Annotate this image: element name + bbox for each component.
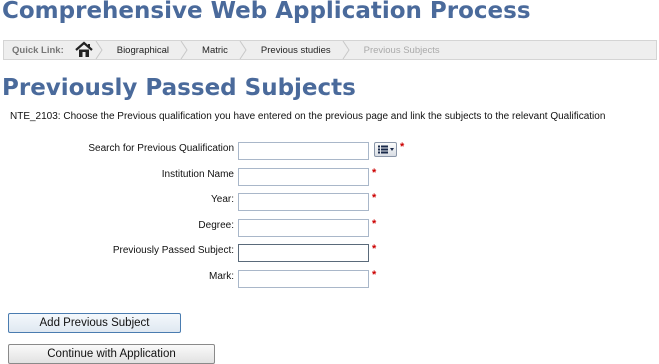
list-dropdown-icon[interactable] (374, 142, 397, 157)
breadcrumb-item-biographical[interactable]: Biographical (103, 45, 180, 56)
passed-subject-input[interactable] (238, 244, 369, 262)
chevron-right-icon (342, 41, 350, 59)
search-qualification-input[interactable] (238, 142, 369, 160)
required-marker: * (372, 218, 377, 230)
chevron-right-icon (239, 41, 247, 59)
home-icon[interactable] (73, 41, 95, 59)
passed-subject-label: Previously Passed Subject: (112, 245, 234, 256)
required-marker: * (400, 141, 405, 153)
instruction-text: NTE_2103: Choose the Previous qualificat… (10, 111, 606, 122)
quick-link-label: Quick Link: (12, 44, 64, 56)
breadcrumb-item-previous-subjects: Previous Subjects (363, 44, 440, 56)
breadcrumb-item-matric[interactable]: Matric (188, 45, 239, 56)
institution-name-label: Institution Name (161, 169, 234, 180)
continue-with-application-button[interactable]: Continue with Application (8, 344, 215, 364)
required-marker: * (372, 269, 377, 281)
year-input[interactable] (238, 193, 369, 211)
institution-name-input[interactable] (238, 168, 369, 186)
search-qualification-label: Search for Previous Qualification (88, 143, 234, 154)
required-marker: * (372, 192, 377, 204)
required-marker: * (372, 243, 377, 255)
add-previous-subject-button[interactable]: Add Previous Subject (8, 313, 181, 333)
year-label: Year: (211, 194, 234, 205)
page-title: Previously Passed Subjects (2, 75, 356, 101)
degree-label: Degree: (198, 220, 234, 231)
breadcrumb-item-previous-studies[interactable]: Previous studies (247, 45, 342, 56)
degree-input[interactable] (238, 219, 369, 237)
app-title: Comprehensive Web Application Process (2, 0, 531, 24)
chevron-right-icon (180, 41, 188, 59)
breadcrumb: Quick Link: Biographical Matric Previous… (3, 40, 657, 60)
mark-input[interactable] (238, 270, 369, 288)
mark-label: Mark: (209, 271, 234, 282)
required-marker: * (372, 167, 377, 179)
chevron-right-icon (95, 41, 103, 59)
